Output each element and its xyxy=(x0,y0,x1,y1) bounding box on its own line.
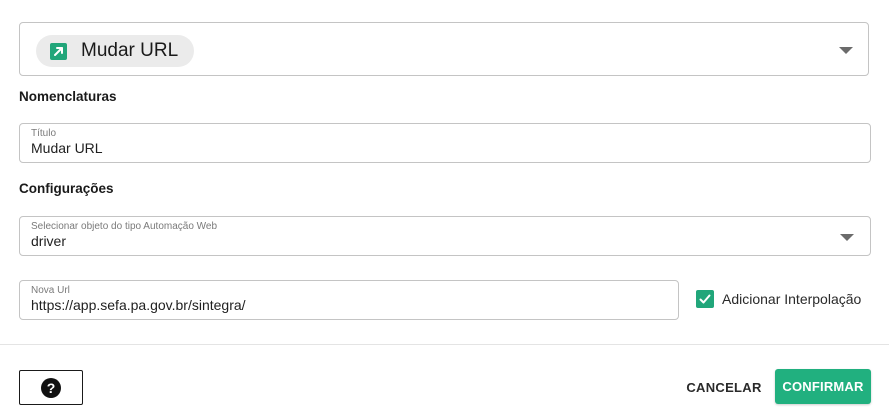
cancel-button[interactable]: CANCELAR xyxy=(680,370,768,404)
automation-select-label: Selecionar objeto do tipo Automação Web xyxy=(31,221,218,232)
titulo-field-value[interactable]: Mudar URL xyxy=(31,140,103,156)
automation-select-value: driver xyxy=(31,233,67,249)
footer-divider xyxy=(0,344,889,345)
help-icon: ? xyxy=(41,377,61,398)
nova-url-label: Nova Url xyxy=(31,285,70,296)
action-chip-label: Mudar URL xyxy=(81,40,179,61)
interpolation-checkbox[interactable] xyxy=(696,290,714,308)
interpolation-checkbox-label[interactable]: Adicionar Interpolação xyxy=(722,291,861,307)
section-title-configuracoes: Configurações xyxy=(19,181,114,196)
titulo-field[interactable]: Título Mudar URL xyxy=(19,123,871,163)
titulo-field-label: Título xyxy=(31,128,57,139)
checkmark-icon xyxy=(699,294,711,304)
open-in-new-icon xyxy=(50,42,67,60)
chevron-down-icon[interactable] xyxy=(839,47,853,54)
nova-url-value[interactable]: https://app.sefa.pa.gov.br/sintegra/ xyxy=(31,297,246,313)
chevron-down-icon[interactable] xyxy=(840,234,854,241)
help-button[interactable]: ? xyxy=(19,370,83,405)
action-chip[interactable]: Mudar URL xyxy=(36,35,195,67)
confirm-button[interactable]: CONFIRMAR xyxy=(775,369,871,404)
automation-object-select[interactable]: Selecionar objeto do tipo Automação Web … xyxy=(19,216,871,256)
nova-url-field[interactable]: Nova Url https://app.sefa.pa.gov.br/sint… xyxy=(19,280,679,320)
section-title-nomenclaturas: Nomenclaturas xyxy=(19,89,117,104)
action-selector[interactable]: Mudar URL xyxy=(19,22,869,76)
